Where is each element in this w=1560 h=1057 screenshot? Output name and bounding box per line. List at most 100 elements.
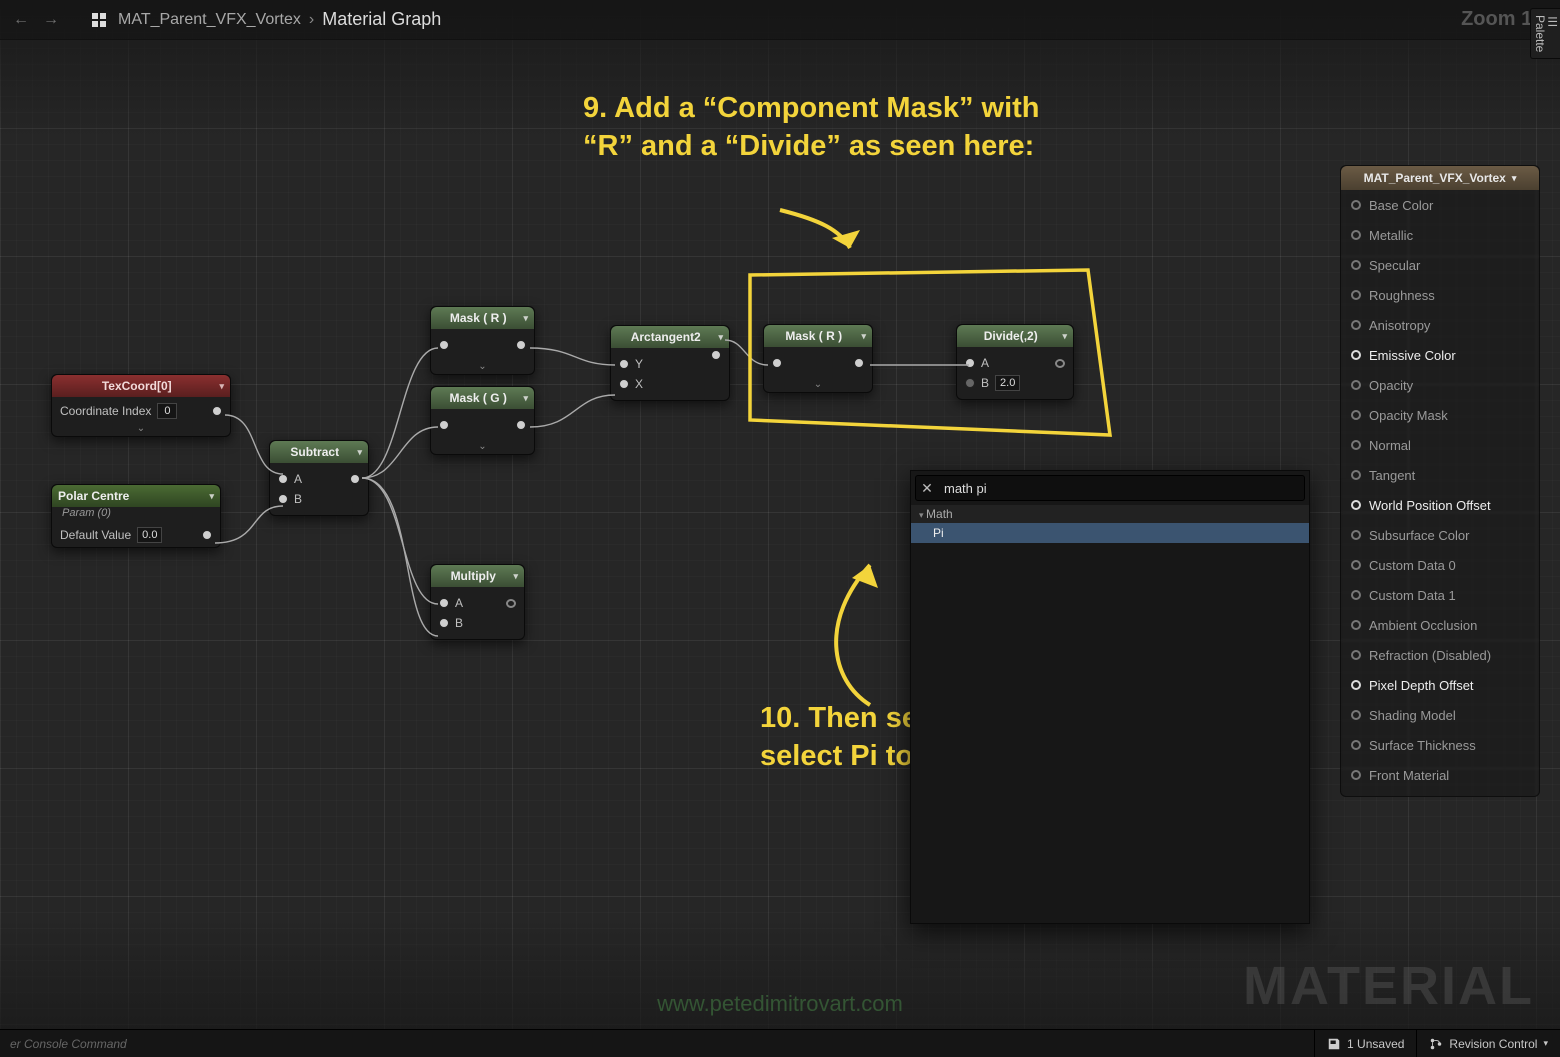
- material-pin-row[interactable]: World Position Offset: [1341, 490, 1539, 520]
- chevron-down-icon[interactable]: ▾: [1062, 331, 1067, 342]
- input-pin[interactable]: [278, 474, 288, 484]
- chevron-down-icon[interactable]: ⌄: [764, 379, 872, 392]
- input-pin[interactable]: [965, 378, 975, 388]
- param-value[interactable]: 2.0: [995, 375, 1020, 391]
- breadcrumb-item[interactable]: MAT_Parent_VFX_Vortex: [118, 11, 301, 29]
- material-pin-row[interactable]: Base Color: [1341, 190, 1539, 220]
- input-pin[interactable]: [1351, 320, 1361, 330]
- material-pin-row[interactable]: Emissive Color: [1341, 340, 1539, 370]
- output-pin[interactable]: [202, 530, 212, 540]
- input-pin[interactable]: [1351, 200, 1361, 210]
- input-pin[interactable]: [1351, 740, 1361, 750]
- node-multiply[interactable]: Multiply▾ A B: [430, 564, 525, 640]
- input-pin[interactable]: [1351, 380, 1361, 390]
- material-pin-row[interactable]: Pixel Depth Offset: [1341, 670, 1539, 700]
- node-mask-r2[interactable]: Mask ( R )▾ ⌄: [763, 324, 873, 393]
- palette-tab[interactable]: Palette: [1530, 8, 1560, 59]
- material-pin-row[interactable]: Custom Data 1: [1341, 580, 1539, 610]
- input-pin[interactable]: [278, 494, 288, 504]
- material-pin-row[interactable]: Refraction (Disabled): [1341, 640, 1539, 670]
- node-arctangent2[interactable]: Arctangent2▾ Y X: [610, 325, 730, 401]
- material-pin-row[interactable]: Surface Thickness: [1341, 730, 1539, 760]
- node-mask-g[interactable]: Mask ( G )▾ ⌄: [430, 386, 535, 455]
- material-pin-row[interactable]: Ambient Occlusion: [1341, 610, 1539, 640]
- chevron-down-icon[interactable]: ⌄: [431, 441, 534, 454]
- input-pin[interactable]: [1351, 710, 1361, 720]
- input-pin[interactable]: [1351, 770, 1361, 780]
- material-pin-row[interactable]: Anisotropy: [1341, 310, 1539, 340]
- chevron-down-icon[interactable]: ▾: [219, 381, 224, 392]
- input-pin[interactable]: [439, 618, 449, 628]
- chevron-down-icon[interactable]: ▾: [861, 331, 866, 342]
- node-search-popup[interactable]: ✕ Math Pi: [910, 470, 1310, 924]
- material-pin-row[interactable]: Front Material: [1341, 760, 1539, 790]
- search-input[interactable]: [938, 481, 1304, 496]
- node-divide[interactable]: Divide(,2)▾ A B2.0: [956, 324, 1074, 400]
- material-pin-row[interactable]: Opacity Mask: [1341, 400, 1539, 430]
- input-pin[interactable]: [439, 598, 449, 608]
- output-pin[interactable]: [854, 358, 864, 368]
- close-icon[interactable]: ✕: [916, 480, 938, 497]
- input-pin[interactable]: [1351, 530, 1361, 540]
- output-pin[interactable]: [350, 474, 360, 484]
- output-pin[interactable]: [711, 350, 721, 360]
- input-pin[interactable]: [1351, 560, 1361, 570]
- node-texcoord[interactable]: TexCoord[0]▾ Coordinate Index 0 ⌄: [51, 374, 231, 437]
- nav-forward-icon[interactable]: →: [40, 9, 62, 31]
- material-pin-row[interactable]: Tangent: [1341, 460, 1539, 490]
- param-value[interactable]: 0.0: [137, 527, 162, 543]
- input-pin[interactable]: [1351, 260, 1361, 270]
- input-pin[interactable]: [1351, 290, 1361, 300]
- chevron-down-icon[interactable]: ▾: [513, 571, 518, 582]
- input-pin[interactable]: [965, 358, 975, 368]
- unsaved-button[interactable]: 1 Unsaved: [1314, 1030, 1416, 1057]
- chevron-down-icon[interactable]: ▾: [357, 447, 362, 458]
- input-pin[interactable]: [1351, 500, 1361, 510]
- nav-back-icon[interactable]: ←: [10, 9, 32, 31]
- input-pin[interactable]: [1351, 620, 1361, 630]
- node-mask-r[interactable]: Mask ( R )▾ ⌄: [430, 306, 535, 375]
- input-pin[interactable]: [1351, 680, 1361, 690]
- revision-control-button[interactable]: Revision Control ▾: [1416, 1030, 1560, 1057]
- output-pin[interactable]: [516, 340, 526, 350]
- output-pin[interactable]: [1055, 359, 1065, 368]
- output-pin[interactable]: [212, 406, 222, 416]
- material-pin-row[interactable]: Opacity: [1341, 370, 1539, 400]
- material-pin-row[interactable]: Metallic: [1341, 220, 1539, 250]
- output-pin[interactable]: [516, 420, 526, 430]
- search-category[interactable]: Math: [911, 505, 1309, 523]
- input-pin[interactable]: [1351, 410, 1361, 420]
- input-pin[interactable]: [1351, 470, 1361, 480]
- material-pin-row[interactable]: Custom Data 0: [1341, 550, 1539, 580]
- input-pin[interactable]: [1351, 590, 1361, 600]
- breadcrumb-home-icon[interactable]: [88, 9, 110, 31]
- chevron-down-icon[interactable]: ▾: [1512, 173, 1517, 184]
- material-pin-row[interactable]: Specular: [1341, 250, 1539, 280]
- chevron-down-icon[interactable]: ⌄: [52, 423, 230, 436]
- chevron-down-icon[interactable]: ▾: [523, 393, 528, 404]
- input-pin[interactable]: [619, 379, 629, 389]
- console-command-input[interactable]: er Console Command: [0, 1037, 137, 1051]
- material-pin-row[interactable]: Shading Model: [1341, 700, 1539, 730]
- chevron-down-icon[interactable]: ▾: [523, 313, 528, 324]
- material-pin-row[interactable]: Roughness: [1341, 280, 1539, 310]
- input-pin[interactable]: [1351, 650, 1361, 660]
- material-pin-row[interactable]: Normal: [1341, 430, 1539, 460]
- input-pin[interactable]: [1351, 350, 1361, 360]
- input-pin[interactable]: [1351, 230, 1361, 240]
- node-subtract[interactable]: Subtract▾ A B: [269, 440, 369, 516]
- input-pin[interactable]: [1351, 440, 1361, 450]
- chevron-down-icon[interactable]: ▾: [718, 332, 723, 343]
- search-result-item[interactable]: Pi: [911, 523, 1309, 543]
- input-pin[interactable]: [439, 420, 449, 430]
- chevron-down-icon[interactable]: ▾: [209, 491, 214, 502]
- input-pin[interactable]: [772, 358, 782, 368]
- chevron-down-icon[interactable]: ⌄: [431, 361, 534, 374]
- material-output-panel[interactable]: MAT_Parent_VFX_Vortex▾ Base ColorMetalli…: [1340, 165, 1540, 797]
- input-pin[interactable]: [439, 340, 449, 350]
- material-pin-row[interactable]: Subsurface Color: [1341, 520, 1539, 550]
- node-polar-centre[interactable]: Polar Centre▾ Param (0) Default Value 0.…: [51, 484, 221, 548]
- param-value[interactable]: 0: [157, 403, 177, 419]
- input-pin[interactable]: [619, 359, 629, 369]
- output-pin[interactable]: [506, 599, 516, 608]
